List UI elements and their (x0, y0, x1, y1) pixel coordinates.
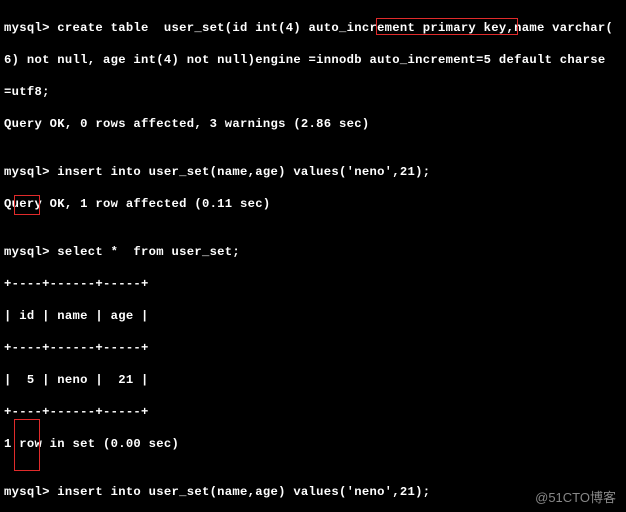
sql-create-line-2: 6) not null, age int(4) not null)engine … (4, 52, 622, 68)
query-ok-2: Query OK, 1 row affected (0.11 sec) (4, 196, 622, 212)
table1-header: | id | name | age | (4, 308, 622, 324)
table1-border: +----+------+-----+ (4, 276, 622, 292)
terminal-output: mysql> create table user_set(id int(4) a… (0, 0, 626, 512)
result-count-1: 1 row in set (0.00 sec) (4, 436, 622, 452)
table1-border: +----+------+-----+ (4, 404, 622, 420)
sql-create-line-1: mysql> create table user_set(id int(4) a… (4, 20, 622, 36)
table1-row-1: | 5 | neno | 21 | (4, 372, 622, 388)
sql-create-line-3: =utf8; (4, 84, 622, 100)
sql-insert-2: mysql> insert into user_set(name,age) va… (4, 484, 622, 500)
table1-border: +----+------+-----+ (4, 340, 622, 356)
query-ok-1: Query OK, 0 rows affected, 3 warnings (2… (4, 116, 622, 132)
watermark: @51CTO博客 (535, 490, 616, 506)
sql-insert-1: mysql> insert into user_set(name,age) va… (4, 164, 622, 180)
sql-select-1: mysql> select * from user_set; (4, 244, 622, 260)
